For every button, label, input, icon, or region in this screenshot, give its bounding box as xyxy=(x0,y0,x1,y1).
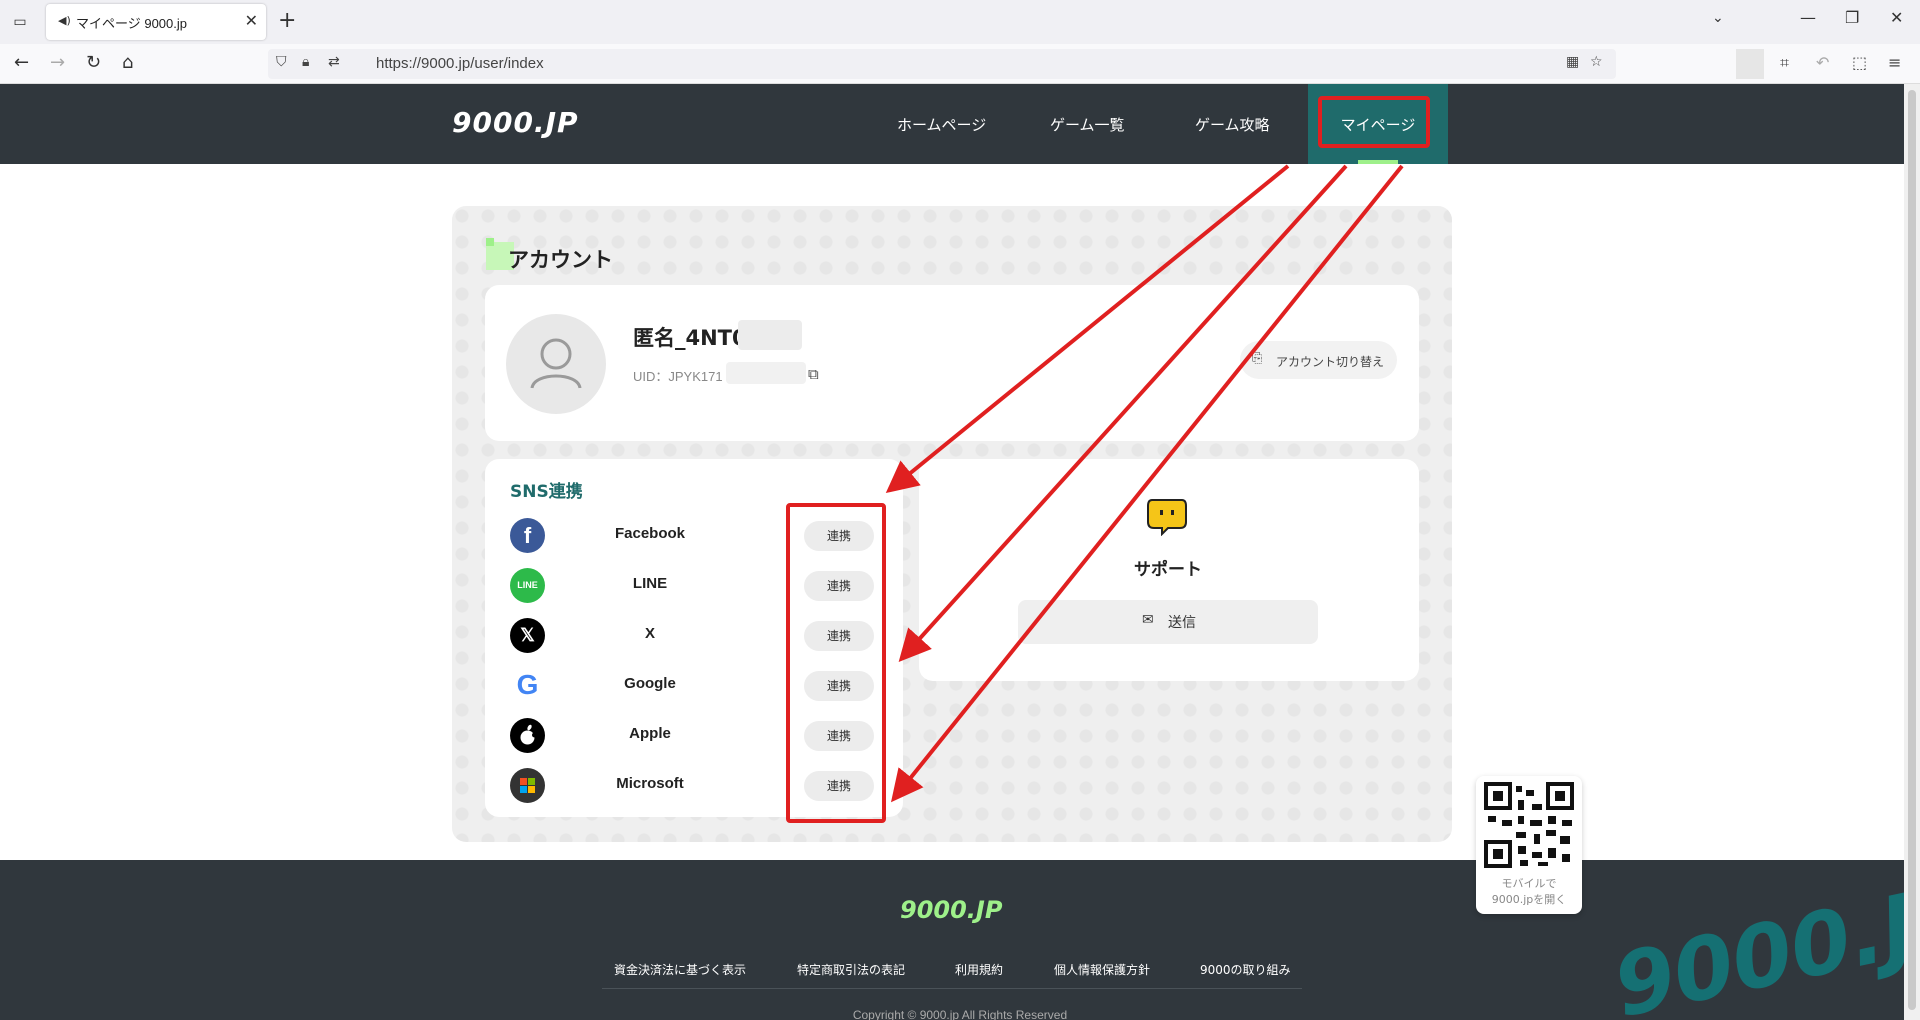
address-bar[interactable]: ⛉ 🔒︎ ⇄ https://9000.jp/user/index ▦ ☆ xyxy=(268,49,1616,79)
footer-link-commerce-act[interactable]: 特定商取引法の表記 xyxy=(797,961,905,978)
microsoft-icon xyxy=(510,768,545,803)
bookmark-star-icon[interactable]: ☆ xyxy=(1590,54,1603,70)
annotation-box-mypage xyxy=(1318,96,1430,148)
sns-name: Google xyxy=(624,675,676,692)
footer-logo[interactable]: 9000.JP xyxy=(900,896,1002,924)
send-label: 送信 xyxy=(1168,615,1196,631)
chevron-down-icon[interactable]: ⌄ xyxy=(1712,10,1724,26)
sns-name: X xyxy=(644,625,655,642)
line-icon: LINE xyxy=(510,568,545,603)
minimize-icon[interactable]: — xyxy=(1800,8,1816,27)
crop-icon[interactable]: ⌗ xyxy=(1780,53,1789,73)
footer-link-initiatives[interactable]: 9000の取り組み xyxy=(1200,961,1291,978)
switch-account-button[interactable]: ⎘ アカウント切り替え xyxy=(1240,341,1397,379)
username: 匿名_4NT0 xyxy=(633,326,747,350)
speaker-icon: ◀) xyxy=(58,14,71,27)
sns-name: Facebook xyxy=(614,525,686,542)
sns-name: LINE xyxy=(632,575,668,592)
undo-icon[interactable]: ↶ xyxy=(1816,53,1829,72)
active-indicator xyxy=(1358,160,1398,164)
close-window-icon[interactable]: ✕ xyxy=(1890,8,1903,27)
forward-icon[interactable]: → xyxy=(50,52,65,73)
qr-card[interactable]: モバイルで 9000.jpを開く xyxy=(1476,776,1582,914)
scrollbar-thumb[interactable] xyxy=(1908,90,1916,1010)
copy-icon[interactable]: ⧉ xyxy=(808,365,819,383)
sns-title: SNS連携 xyxy=(510,482,583,502)
redacted-uid-suffix xyxy=(726,362,806,384)
site-header: 9000.JP ホームページ ゲーム一覧 ゲーム攻略 マイページ xyxy=(0,84,1920,164)
footer-divider xyxy=(602,988,1302,989)
nav-guides[interactable]: ゲーム攻略 xyxy=(1195,114,1270,135)
section-title: アカウント xyxy=(508,248,613,272)
qr-code-image xyxy=(1484,782,1574,868)
support-chat-icon xyxy=(1147,499,1187,536)
back-icon[interactable]: ← xyxy=(14,52,29,73)
switch-account-label: アカウント切り替え xyxy=(1276,355,1385,369)
lock-icon[interactable]: 🔒︎ xyxy=(302,54,309,70)
new-tab-icon[interactable]: + xyxy=(278,8,296,33)
qr-caption-line2: 9000.jpを開く xyxy=(1491,893,1567,906)
sns-name: Apple xyxy=(629,725,671,742)
browser-tab-bar: ▭ ◀) マイページ 9000.jp ✕ + ⌄ — ❐ ✕ xyxy=(0,0,1920,44)
avatar xyxy=(506,314,606,414)
nav-games[interactable]: ゲーム一覧 xyxy=(1050,114,1125,135)
qr-caption-line1: モバイルで xyxy=(1501,877,1557,890)
qr-code-icon[interactable]: ▦ xyxy=(1566,54,1579,70)
support-title: サポート xyxy=(1134,560,1202,580)
reload-icon[interactable]: ↻ xyxy=(86,52,101,73)
redacted-username-suffix xyxy=(738,320,802,350)
footer-link-terms[interactable]: 利用規約 xyxy=(955,961,1003,978)
footer-copyright: Copyright © 9000.jp All Rights Reserved xyxy=(852,1008,1068,1020)
tab-title: マイページ 9000.jp xyxy=(76,16,188,31)
user-icon xyxy=(530,338,582,389)
site-logo[interactable]: 9000.JP xyxy=(452,106,579,139)
annotation-box-link-buttons xyxy=(786,503,886,823)
apple-icon xyxy=(510,718,545,753)
home-icon[interactable]: ⌂ xyxy=(122,52,133,73)
nav-home[interactable]: ホームページ xyxy=(897,114,986,135)
footer-link-privacy[interactable]: 個人情報保護方針 xyxy=(1054,961,1150,978)
microsoft-glyph xyxy=(520,778,535,793)
switch-icon: ⎘ xyxy=(1252,351,1263,366)
mail-icon: ✉ xyxy=(1142,612,1154,628)
x-icon: 𝕏 xyxy=(510,618,545,653)
google-icon: G xyxy=(510,668,545,703)
menu-icon[interactable]: ≡ xyxy=(1888,53,1901,72)
facebook-icon: f xyxy=(510,518,545,553)
browser-toolbar: ← → ↻ ⌂ ⛉ 🔒︎ ⇄ https://9000.jp/user/inde… xyxy=(0,44,1920,84)
footer-link-payment-act[interactable]: 資金決済法に基づく表示 xyxy=(614,961,746,978)
shield-icon[interactable]: ⛉ xyxy=(276,54,287,70)
extensions-icon[interactable]: ⬚ xyxy=(1852,53,1867,72)
qr-caption: モバイルで 9000.jpを開く xyxy=(1476,876,1582,908)
tab-list-icon[interactable]: ▭ xyxy=(8,10,32,34)
browser-tab[interactable]: ◀) マイページ 9000.jp ✕ xyxy=(46,4,266,40)
section-mark-dot xyxy=(486,238,494,246)
apple-glyph xyxy=(520,724,537,745)
profile-placeholder[interactable] xyxy=(1736,49,1764,79)
send-button[interactable]: ✉ 送信 xyxy=(1018,600,1318,644)
restore-icon[interactable]: ❐ xyxy=(1845,8,1859,27)
sns-name: Microsoft xyxy=(616,775,684,792)
permissions-icon[interactable]: ⇄ xyxy=(328,54,340,70)
url-text[interactable]: https://9000.jp/user/index xyxy=(376,55,544,72)
user-uid: UID：JPYK171 xyxy=(633,369,723,384)
close-tab-icon[interactable]: ✕ xyxy=(245,11,258,30)
